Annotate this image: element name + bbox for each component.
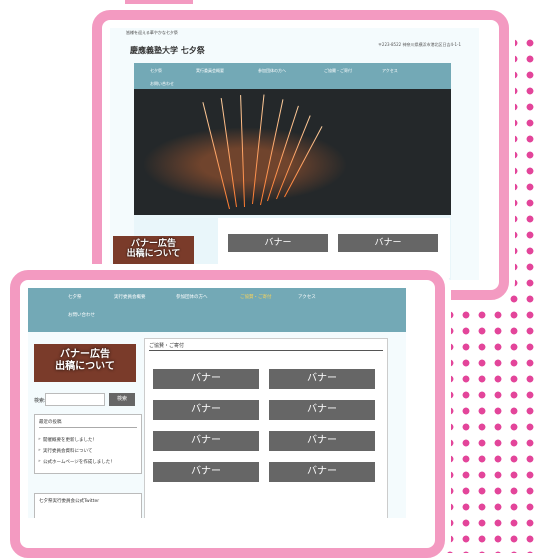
page-title: ご協賛・ご寄付 — [149, 343, 185, 349]
recent-posts-widget: 最近の投稿 開催概要を更新しました！ 実行委員会資料について 公式ホームページを… — [34, 414, 142, 474]
nav-item-participants[interactable]: 参加団体の方へ — [176, 294, 208, 300]
sidebar: バナー広告 出稿について 検索: 検索 最近の投稿 開催概要を更新しました！ 実… — [34, 338, 142, 518]
nav-item-tanabata[interactable]: 七夕祭 — [68, 294, 82, 300]
top-screenshot: 皆様を迎える華やかな七夕祭 慶應義塾大学 七夕祭 〒223-8522 神奈川県横… — [110, 28, 479, 280]
banner[interactable]: バナー — [269, 400, 375, 420]
banner[interactable]: バナー — [153, 462, 259, 482]
nav-item-participants[interactable]: 参加団体の方へ — [258, 68, 286, 74]
banner[interactable]: バナー — [228, 234, 328, 252]
hero-fireworks-image — [134, 89, 451, 215]
nav-item-sponsor[interactable]: ご協賛・ご寄付 — [324, 68, 352, 74]
ad-line-1: バナー広告 — [130, 239, 176, 249]
decorative-chip — [125, 0, 193, 10]
nav-item-sponsor[interactable]: ご協賛・ご寄付 — [240, 294, 272, 300]
banner[interactable]: バナー — [153, 431, 259, 451]
search-button[interactable]: 検索 — [109, 393, 135, 406]
recent-post-link[interactable]: 実行委員会資料について — [38, 448, 92, 454]
recent-posts-title: 最近の投稿 — [39, 420, 62, 425]
ad-line-1: バナー広告 — [60, 349, 110, 360]
recent-post-link[interactable]: 公式ホームページを作成しました！ — [38, 459, 115, 465]
main-content: ご協賛・ご寄付 バナー バナー バナー バナー バナー バナー バナー バナー — [144, 338, 388, 518]
nav-item-committee[interactable]: 実行委員会概要 — [196, 68, 224, 74]
banner[interactable]: バナー — [269, 431, 375, 451]
nav-item-committee[interactable]: 実行委員会概要 — [114, 294, 146, 300]
nav-item-access[interactable]: アクセス — [382, 68, 398, 74]
search-label: 検索: — [34, 398, 46, 404]
divider — [149, 350, 383, 351]
banner[interactable]: バナー — [269, 369, 375, 389]
banner[interactable]: バナー — [153, 400, 259, 420]
site-subtitle: 皆様を迎える華やかな七夕祭 — [126, 30, 178, 35]
divider — [39, 427, 137, 428]
ad-banner[interactable]: バナー広告 出稿について — [34, 344, 136, 382]
bottom-nav: 七夕祭 実行委員会概要 参加団体の方へ ご協賛・ご寄付 アクセス お問い合わせ — [28, 288, 406, 332]
ad-line-2: 出稿について — [126, 249, 181, 259]
nav-item-access[interactable]: アクセス — [298, 294, 316, 300]
recent-post-link[interactable]: 開催概要を更新しました！ — [38, 437, 97, 443]
bottom-screenshot: 七夕祭 実行委員会概要 参加団体の方へ ご協賛・ご寄付 アクセス お問い合わせ … — [28, 288, 406, 518]
ad-banner[interactable]: バナー広告 出稿について — [113, 236, 194, 268]
search-input[interactable] — [45, 393, 105, 406]
ad-line-2: 出稿について — [55, 361, 115, 372]
nav-item-contact[interactable]: お問い合わせ — [68, 312, 95, 318]
nav-item-tanabata[interactable]: 七夕祭 — [150, 68, 162, 74]
twitter-widget-title: 七夕祭実行委員会公式Twitter — [39, 499, 100, 504]
top-nav: 七夕祭 実行委員会概要 参加団体の方へ ご協賛・ご寄付 アクセス お問い合わせ — [134, 63, 451, 89]
twitter-widget: 七夕祭実行委員会公式Twitter — [34, 493, 142, 518]
banner[interactable]: バナー — [153, 369, 259, 389]
banner[interactable]: バナー — [338, 234, 438, 252]
site-address: 〒223-8522 神奈川県横浜市港北区日吉4-1-1 — [377, 42, 461, 47]
site-header: 皆様を迎える華やかな七夕祭 慶應義塾大学 七夕祭 〒223-8522 神奈川県横… — [110, 28, 479, 63]
site-title: 慶應義塾大学 七夕祭 — [130, 46, 205, 55]
nav-item-contact[interactable]: お問い合わせ — [150, 81, 174, 87]
banner[interactable]: バナー — [269, 462, 375, 482]
